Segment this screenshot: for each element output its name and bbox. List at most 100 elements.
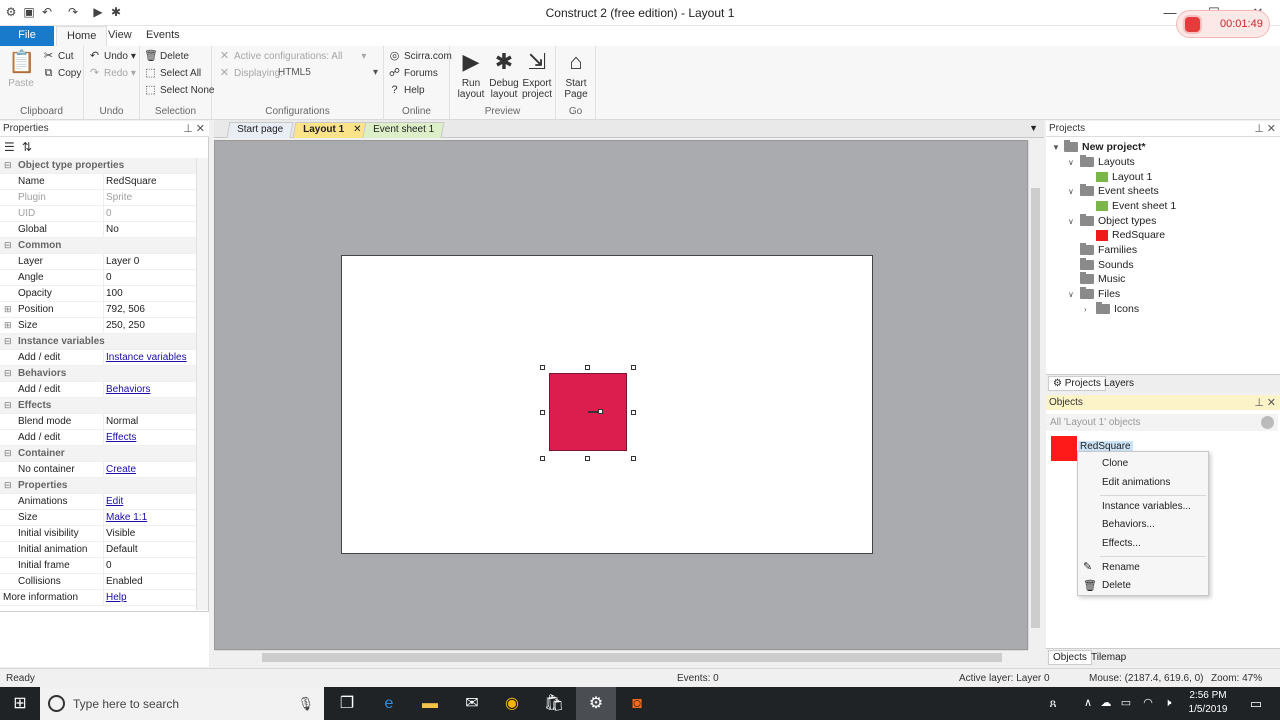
notifications-icon[interactable]: ▭ — [1236, 687, 1276, 720]
collapse-icon[interactable]: ⊟ — [4, 336, 12, 347]
tab-objects[interactable]: Objects — [1048, 650, 1092, 665]
tree-object-types[interactable]: ∨ Object types — [1068, 214, 1156, 227]
collapse-icon[interactable]: ⊟ — [4, 400, 12, 411]
edge-icon[interactable]: e — [369, 687, 409, 720]
property-value[interactable]: 0 — [106, 560, 112, 571]
volume-icon[interactable]: 🕨 — [1158, 687, 1178, 720]
property-value[interactable]: Help — [106, 592, 127, 603]
tab-file[interactable]: File — [0, 26, 54, 46]
property-value[interactable]: 100 — [106, 288, 123, 299]
microphone-icon[interactable]: 🎙 — [297, 696, 314, 712]
tray-chevron-icon[interactable]: ∧ — [1078, 687, 1098, 720]
redo-button[interactable]: ↷ Redo ▾ — [88, 67, 136, 80]
property-row[interactable]: Add / edit Instance variables — [0, 350, 196, 366]
tree-icons[interactable]: › Icons — [1084, 302, 1139, 315]
property-row[interactable]: ⊞ Position 792, 506 — [0, 302, 196, 318]
tree-layouts[interactable]: ∨ Layouts — [1068, 155, 1135, 168]
menu-item-clone[interactable]: Clone — [1102, 458, 1128, 469]
tab-tilemap[interactable]: Tilemap — [1091, 652, 1126, 663]
property-value[interactable]: 0 — [106, 208, 112, 219]
property-value[interactable]: Sprite — [106, 192, 132, 203]
properties-scrollbar[interactable] — [196, 158, 208, 610]
menu-item-behaviors[interactable]: Behaviors... — [1102, 519, 1155, 530]
property-row[interactable]: Global No — [0, 222, 196, 238]
wifi-icon[interactable]: ◠ — [1138, 687, 1158, 720]
resize-handle[interactable] — [631, 410, 636, 415]
tree-red-square[interactable]: RedSquare — [1096, 229, 1165, 241]
vertical-scrollbar[interactable] — [1028, 140, 1042, 650]
file-explorer-icon[interactable]: ▬ — [410, 687, 450, 720]
property-category[interactable]: ⊟ Instance variables — [0, 334, 196, 350]
origin-handle[interactable] — [598, 409, 603, 414]
panel-close-icon[interactable]: ✕ — [196, 122, 205, 135]
resize-handle[interactable] — [631, 365, 636, 370]
property-value[interactable]: Visible — [106, 528, 135, 539]
resize-handle[interactable] — [585, 456, 590, 461]
collapse-arrow-icon[interactable]: › — [1084, 305, 1092, 314]
recorder-taskbar-icon[interactable]: ◙ — [617, 687, 657, 720]
record-stop-icon[interactable] — [1185, 17, 1200, 32]
property-row[interactable]: Animations Edit — [0, 494, 196, 510]
property-value[interactable]: Effects — [106, 432, 136, 443]
tree-event-sheet-1[interactable]: Event sheet 1 — [1096, 200, 1176, 212]
property-category[interactable]: ⊟ Container — [0, 446, 196, 462]
resize-handle[interactable] — [631, 456, 636, 461]
menu-item-edit-animations[interactable]: Edit animations — [1102, 477, 1170, 488]
objects-filter[interactable]: All 'Layout 1' objects — [1046, 414, 1278, 431]
collapse-icon[interactable]: ⊟ — [4, 448, 12, 459]
property-row[interactable]: Plugin Sprite — [0, 190, 196, 206]
resize-handle[interactable] — [540, 365, 545, 370]
property-category[interactable]: ⊟ Behaviors — [0, 366, 196, 382]
property-value[interactable]: Behaviors — [106, 384, 150, 395]
property-value[interactable]: 792, 506 — [106, 304, 145, 315]
scroll-thumb[interactable] — [262, 653, 1002, 662]
people-icon[interactable]: ጸ — [1040, 687, 1066, 720]
property-row[interactable]: Add / edit Behaviors — [0, 382, 196, 398]
battery-icon[interactable]: ▭ — [1116, 687, 1136, 720]
categorized-icon[interactable]: ☰ — [4, 140, 15, 154]
select-all-button[interactable]: ⬚ Select All — [144, 67, 201, 80]
tab-projects[interactable]: ⚙ Projects — [1048, 376, 1106, 391]
screen-recorder-widget[interactable]: 00:01:49 — [1176, 10, 1270, 38]
mail-icon[interactable]: ✉ — [452, 687, 492, 720]
tree-files[interactable]: ∨ Files — [1068, 287, 1120, 300]
task-view-icon[interactable]: ❐ — [327, 687, 367, 720]
menu-item-delete[interactable]: Delete — [1102, 580, 1131, 591]
pin-icon[interactable]: ⊥ — [1254, 396, 1264, 409]
horizontal-scrollbar[interactable] — [214, 650, 1028, 664]
taskbar-clock[interactable]: 2:56 PM 1/5/2019 — [1186, 689, 1230, 717]
property-row[interactable]: Initial frame 0 — [0, 558, 196, 574]
tree-sounds[interactable]: Sounds — [1080, 258, 1134, 271]
property-row[interactable]: Opacity 100 — [0, 286, 196, 302]
help-link[interactable]: ? Help — [388, 84, 424, 97]
property-row[interactable]: More information Help — [0, 590, 196, 606]
export-project-button[interactable]: ⇲ Export project — [520, 49, 554, 100]
property-category[interactable]: ⊟ Object type properties — [0, 158, 196, 174]
property-value[interactable]: 250, 250 — [106, 320, 145, 331]
paste-button[interactable]: 📋 Paste — [4, 49, 38, 89]
store-icon[interactable]: 🛍 — [534, 687, 574, 720]
tab-event-sheet-1[interactable]: Event sheet 1 — [362, 122, 445, 138]
property-value[interactable]: Default — [106, 544, 138, 555]
scroll-thumb[interactable] — [1031, 188, 1040, 628]
property-value[interactable]: No — [106, 224, 119, 235]
cut-button[interactable]: ✂ Cut — [42, 50, 74, 63]
property-row[interactable]: Angle 0 — [0, 270, 196, 286]
property-row[interactable]: Collisions Enabled — [0, 574, 196, 590]
project-root[interactable]: ▼ New project* — [1052, 140, 1146, 153]
property-category[interactable]: ⊟ Effects — [0, 398, 196, 414]
sort-alpha-icon[interactable]: ⇅ — [22, 140, 32, 154]
forums-link[interactable]: ☍ Forums — [388, 67, 438, 80]
pin-icon[interactable]: ⊥ — [1254, 122, 1264, 135]
property-value[interactable]: Normal — [106, 416, 138, 427]
property-value[interactable]: Edit — [106, 496, 123, 507]
expand-icon[interactable]: ⊞ — [4, 320, 12, 331]
menu-item-rename[interactable]: Rename — [1102, 562, 1140, 573]
property-value[interactable]: Enabled — [106, 576, 143, 587]
resize-handle[interactable] — [540, 456, 545, 461]
property-value[interactable]: RedSquare — [106, 176, 157, 187]
active-configurations-dropdown[interactable]: ✕ Active configurations: All ▾ — [218, 50, 367, 63]
property-row[interactable]: ⊞ Size 250, 250 — [0, 318, 196, 334]
menu-item-instance-variables[interactable]: Instance variables... — [1102, 501, 1191, 512]
property-row[interactable]: Initial animation Default — [0, 542, 196, 558]
